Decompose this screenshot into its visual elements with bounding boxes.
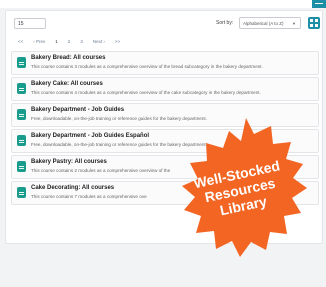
pagination-first[interactable]: << — [16, 37, 25, 46]
course-icon — [17, 83, 26, 94]
pagination-page-2[interactable]: 2 — [66, 37, 73, 46]
course-description: This course contains 7 modules as a comp… — [31, 194, 147, 199]
sort-select-value: Alphabetical (A to Z) — [243, 21, 284, 26]
course-description: This course contains 3 modules as a comp… — [31, 64, 263, 69]
course-icon — [17, 161, 26, 172]
pagination-page-1[interactable]: 1 — [53, 37, 60, 46]
course-title[interactable]: Cake Decorating: All courses — [31, 185, 114, 191]
pagination-next[interactable]: Next › — [91, 37, 107, 46]
promo-badge: Well-Stocked Resources Library — [150, 110, 326, 270]
pagination-page-3[interactable]: 3 — [78, 37, 85, 46]
course-description: This course contains 4 modules as a comp… — [31, 90, 261, 95]
grid-view-toggle[interactable] — [308, 17, 320, 29]
top-bar — [0, 0, 326, 8]
course-icon — [17, 135, 26, 146]
sort-select[interactable]: Alphabetical (A to Z) ▼ — [239, 17, 301, 29]
sort-label: Sort by: — [216, 20, 234, 26]
course-icon — [17, 57, 26, 68]
course-title[interactable]: Bakery Department - Job Guides Español — [31, 133, 149, 139]
grid-icon — [310, 19, 313, 22]
course-row[interactable]: Bakery Cake: All courses This course con… — [11, 77, 319, 101]
course-icon — [17, 187, 26, 198]
course-row[interactable]: Bakery Bread: All courses This course co… — [11, 51, 319, 75]
pagination-prev[interactable]: ‹ Prev — [31, 37, 47, 46]
chevron-down-icon: ▼ — [292, 21, 296, 26]
course-icon — [17, 109, 26, 120]
pagination: << ‹ Prev 1 2 3 Next › >> — [16, 37, 122, 46]
course-title[interactable]: Bakery Bread: All courses — [31, 55, 105, 61]
pagination-last[interactable]: >> — [113, 37, 122, 46]
course-title[interactable]: Bakery Pastry: All courses — [31, 159, 107, 165]
per-page-select[interactable]: 15 — [14, 18, 46, 29]
course-title[interactable]: Bakery Department - Job Guides — [31, 107, 124, 113]
menu-button[interactable] — [312, 0, 326, 8]
course-title[interactable]: Bakery Cake: All courses — [31, 81, 103, 87]
